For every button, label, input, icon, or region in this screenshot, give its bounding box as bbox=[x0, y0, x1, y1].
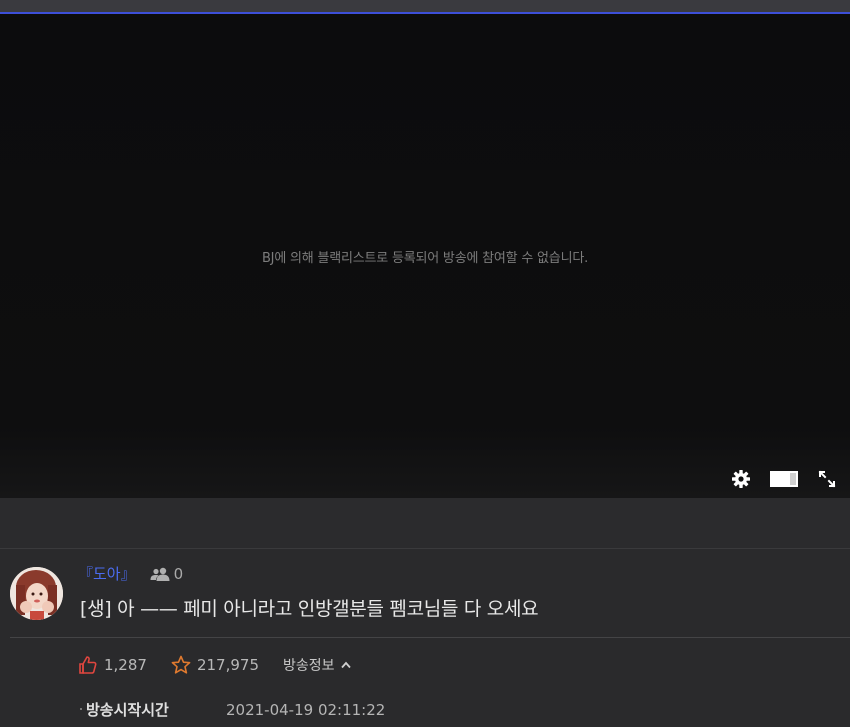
start-time-label: 방송시작시간 bbox=[80, 699, 226, 720]
avatar[interactable] bbox=[10, 567, 63, 620]
favorite-button[interactable]: 217,975 bbox=[171, 655, 259, 675]
users-icon bbox=[150, 567, 170, 581]
player-controls bbox=[730, 468, 838, 490]
bj-row: 『도아』 0 bbox=[78, 563, 183, 584]
broadcast-title: [생] 아 —— 페미 아니라고 인방갤분들 펨코님들 다 오세요 bbox=[80, 598, 539, 620]
start-time-value: 2021-04-19 02:11:22 bbox=[226, 700, 386, 719]
like-count: 1,287 bbox=[104, 656, 147, 674]
viewer-count: 0 bbox=[150, 564, 184, 583]
theater-mode-icon[interactable] bbox=[770, 468, 798, 490]
stats-row: 1,287 217,975 방송정보 bbox=[78, 655, 351, 675]
like-button[interactable]: 1,287 bbox=[78, 655, 147, 675]
viewer-count-value: 0 bbox=[173, 564, 184, 583]
fullscreen-icon[interactable] bbox=[816, 468, 838, 490]
blacklist-message: BJ에 의해 블랙리스트로 등록되어 방송에 참여할 수 없습니다. bbox=[261, 251, 589, 266]
start-time-row: 방송시작시간 2021-04-19 02:11:22 bbox=[80, 699, 385, 720]
thumbs-up-icon bbox=[79, 656, 97, 674]
bj-name-link[interactable]: 『도아』 bbox=[78, 563, 136, 584]
broadcast-info: 『도아』 0 [생] 아 —— 페미 아니라고 인방갤분들 펨코님들 다 오세요… bbox=[0, 549, 850, 727]
chevron-up-icon bbox=[340, 661, 351, 669]
favorite-count: 217,975 bbox=[196, 656, 259, 674]
player-bottom-strip bbox=[0, 498, 850, 549]
divider bbox=[10, 637, 850, 638]
broadcast-info-toggle[interactable]: 방송정보 bbox=[283, 655, 351, 675]
gear-icon[interactable] bbox=[730, 468, 752, 490]
top-bar bbox=[0, 0, 850, 14]
star-icon bbox=[171, 655, 191, 674]
video-player[interactable]: BJ에 의해 블랙리스트로 등록되어 방송에 참여할 수 없습니다. bbox=[0, 14, 850, 498]
broadcast-info-toggle-label: 방송정보 bbox=[282, 658, 335, 674]
